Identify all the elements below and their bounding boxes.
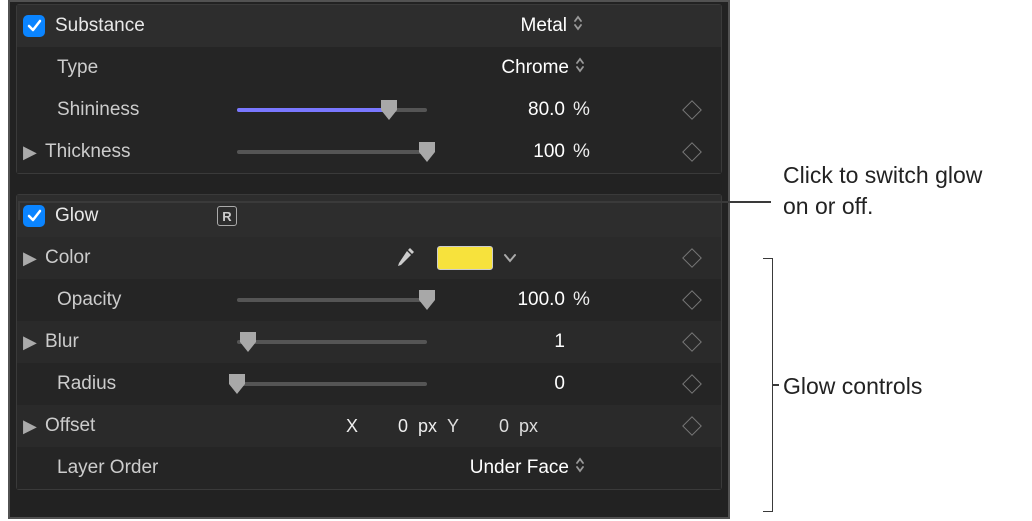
popup-arrows-icon bbox=[575, 457, 587, 479]
shininess-slider[interactable] bbox=[237, 108, 427, 112]
thickness-unit: % bbox=[573, 141, 597, 163]
row-shininess: Shininess 80.0 % bbox=[17, 89, 721, 131]
radius-value[interactable]: 0 bbox=[505, 373, 565, 395]
offset-x-label: X bbox=[346, 416, 358, 437]
opacity-value[interactable]: 100.0 bbox=[505, 289, 565, 311]
eyedropper-icon[interactable] bbox=[395, 245, 417, 272]
callout-line bbox=[18, 201, 20, 220]
opacity-unit: % bbox=[573, 289, 597, 311]
keyframe-icon[interactable] bbox=[682, 142, 702, 162]
offset-y-label: Y bbox=[447, 416, 459, 437]
radius-slider[interactable] bbox=[237, 382, 427, 386]
row-opacity: Opacity 100.0 % bbox=[17, 279, 721, 321]
callout-line bbox=[18, 201, 771, 203]
offset-x-value[interactable]: 0 bbox=[368, 416, 408, 437]
keyframe-icon[interactable] bbox=[682, 290, 702, 310]
popup-arrows-icon bbox=[575, 57, 587, 79]
offset-label: Offset bbox=[45, 415, 203, 437]
chevron-down-icon[interactable] bbox=[503, 250, 517, 266]
bracket bbox=[763, 258, 773, 512]
type-value: Chrome bbox=[501, 57, 569, 79]
offset-y-value[interactable]: 0 bbox=[469, 416, 509, 437]
section-glow: Glow R ▶ Color Opacity bbox=[16, 194, 722, 490]
color-label: Color bbox=[45, 247, 203, 269]
layer-order-value: Under Face bbox=[470, 457, 569, 479]
type-label: Type bbox=[57, 57, 237, 79]
offset-disclosure-icon[interactable]: ▶ bbox=[23, 416, 37, 437]
layer-order-label: Layer Order bbox=[57, 457, 237, 479]
row-radius: Radius 0 bbox=[17, 363, 721, 405]
callout-glow-controls: Glow controls bbox=[783, 371, 922, 402]
keyframe-icon[interactable] bbox=[682, 332, 702, 352]
shininess-unit: % bbox=[573, 99, 597, 121]
layer-order-popup[interactable]: Under Face bbox=[470, 457, 587, 479]
section-substance: Substance Metal Type Chrome bbox=[16, 4, 722, 174]
offset-x-unit: px bbox=[418, 416, 437, 437]
opacity-label: Opacity bbox=[57, 289, 237, 311]
glow-checkbox[interactable] bbox=[23, 205, 45, 227]
substance-checkbox[interactable] bbox=[23, 15, 45, 37]
keyframe-icon[interactable] bbox=[682, 416, 702, 436]
popup-arrows-icon bbox=[573, 15, 585, 37]
blur-label: Blur bbox=[45, 331, 203, 353]
opacity-slider[interactable] bbox=[237, 298, 427, 302]
row-offset: ▶ Offset X 0 px Y 0 px bbox=[17, 405, 721, 447]
color-swatch[interactable] bbox=[437, 246, 493, 270]
row-thickness: ▶ Thickness 100 % bbox=[17, 131, 721, 173]
thickness-slider[interactable] bbox=[237, 150, 427, 154]
radius-label: Radius bbox=[57, 373, 237, 395]
row-type: Type Chrome bbox=[17, 47, 721, 89]
substance-material-value: Metal bbox=[521, 15, 567, 37]
thickness-label: Thickness bbox=[45, 141, 203, 163]
row-layer-order: Layer Order Under Face bbox=[17, 447, 721, 489]
thickness-value[interactable]: 100 bbox=[505, 141, 565, 163]
shininess-label: Shininess bbox=[57, 99, 237, 121]
keyframe-icon[interactable] bbox=[682, 100, 702, 120]
offset-y-unit: px bbox=[519, 416, 538, 437]
blur-disclosure-icon[interactable]: ▶ bbox=[23, 332, 37, 353]
color-disclosure-icon[interactable]: ▶ bbox=[23, 248, 37, 269]
substance-header-row: Substance Metal bbox=[17, 5, 721, 47]
keyframe-icon[interactable] bbox=[682, 374, 702, 394]
glow-title: Glow bbox=[55, 205, 175, 227]
keyframe-icon[interactable] bbox=[682, 248, 702, 268]
callout-glow-toggle: Click to switch glow on or off. bbox=[783, 160, 1013, 222]
type-popup[interactable]: Chrome bbox=[501, 57, 587, 79]
substance-material-popup[interactable]: Metal bbox=[521, 15, 585, 37]
row-blur: ▶ Blur 1 bbox=[17, 321, 721, 363]
blur-value[interactable]: 1 bbox=[505, 331, 565, 353]
callout-line bbox=[773, 384, 779, 386]
substance-title: Substance bbox=[55, 15, 235, 37]
thickness-disclosure-icon[interactable]: ▶ bbox=[23, 142, 37, 163]
shininess-value[interactable]: 80.0 bbox=[505, 99, 565, 121]
blur-slider[interactable] bbox=[237, 340, 427, 344]
inspector-panel: Substance Metal Type Chrome bbox=[8, 0, 730, 519]
reset-badge[interactable]: R bbox=[217, 206, 237, 226]
row-color: ▶ Color bbox=[17, 237, 721, 279]
